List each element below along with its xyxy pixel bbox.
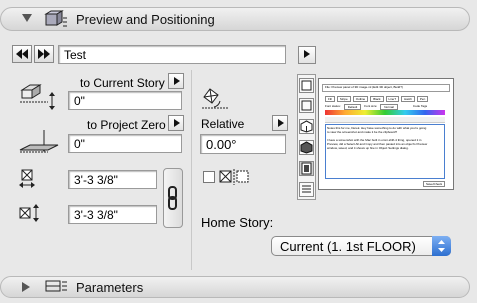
home-story-select[interactable]: Current (1. 1st FLOOR): [271, 236, 451, 256]
width-icon: [19, 169, 35, 188]
height-field[interactable]: 3'-3 3/8": [68, 205, 157, 224]
project-zero-offset-icon: [19, 130, 59, 153]
panel-title: Preview and Positioning: [76, 12, 215, 27]
expand-triangle-icon[interactable]: [22, 282, 30, 292]
rewind-icon: [16, 49, 28, 59]
relative-label: Relative: [201, 117, 245, 131]
parameters-title: Parameters: [76, 280, 144, 295]
preview-nav-button: Outline: [352, 96, 369, 102]
preview-panel-icon: [44, 10, 67, 27]
current-story-label: to Current Story: [80, 76, 165, 90]
outline-square-icon: [301, 100, 312, 111]
preview-nav-button: Black: [370, 96, 384, 102]
project-zero-label: to Project Zero: [87, 118, 166, 132]
preview-mode-image-button[interactable]: [299, 161, 314, 176]
preview-nav-row: Fill Stripe Outline Black LineT Hatch Pe…: [325, 96, 429, 102]
relative-menu-button[interactable]: [272, 115, 288, 131]
preview-nav-button: Fill: [325, 96, 335, 102]
preview-mode-3d-wire-button[interactable]: [299, 119, 314, 134]
preview-image: File: Preview panel of 3D image.ml (Edit…: [318, 78, 454, 190]
column-divider: [191, 70, 192, 270]
square-icon: [301, 80, 312, 91]
expand-arrow-button[interactable]: [298, 46, 316, 64]
select-arrows-icon: [432, 236, 451, 256]
current-story-field[interactable]: 0": [68, 91, 182, 110]
preview-toolbar-strip: [325, 117, 445, 123]
preview-submit-button: Save/Check: [423, 181, 446, 187]
rotation-angle-icon: [202, 88, 228, 109]
height-icon: [19, 204, 39, 222]
mirror-checkbox[interactable]: [203, 171, 215, 183]
preview-color-bar: [325, 110, 445, 115]
cube-shaded-icon: [300, 141, 313, 154]
preview-mode-2d-button[interactable]: [299, 78, 314, 93]
preview-positioning-header[interactable]: [0, 7, 470, 31]
preview-nav-button: LineT: [385, 96, 400, 102]
project-zero-field[interactable]: 0": [68, 134, 182, 153]
preview-nav-button: Hatch: [401, 96, 415, 102]
preview-mode-section-button[interactable]: [299, 98, 314, 113]
mirror-icon: [219, 169, 249, 185]
next-button[interactable]: [34, 45, 54, 63]
cube-wire-icon: [300, 120, 313, 133]
preview-body-line: window, saved, and it shows up fine in O…: [327, 146, 409, 150]
preview-text-area: Notes this for me, Derek. Hey have somet…: [325, 124, 445, 179]
project-zero-menu-button[interactable]: [168, 115, 184, 131]
angle-field[interactable]: 0.00°: [200, 134, 286, 154]
preview-heading: File: Preview panel of 3D image.ml (Edit…: [322, 84, 450, 92]
preview-nav-button: Pen: [416, 96, 429, 102]
fast-forward-icon: [38, 49, 50, 59]
current-story-menu-button[interactable]: [168, 73, 184, 89]
home-story-value: Current (1. 1st FLOOR): [280, 239, 416, 254]
home-story-label: Home Story:: [201, 215, 274, 230]
current-story-offset-icon: [20, 84, 55, 110]
preview-mode-3d-shaded-button[interactable]: [299, 140, 314, 155]
preview-mode-list-button[interactable]: [299, 182, 314, 197]
collapse-triangle-icon[interactable]: [22, 14, 32, 22]
film-icon: [301, 162, 312, 175]
preview-nav-button: Stripe: [336, 96, 351, 102]
previous-button[interactable]: [12, 45, 32, 63]
object-name-field[interactable]: Test: [58, 45, 286, 64]
list-icon: [302, 185, 311, 193]
parameters-icon: [45, 280, 67, 292]
proportion-lock-button[interactable]: [163, 168, 183, 228]
parameters-header[interactable]: [0, 276, 470, 298]
chain-link-icon: [168, 186, 177, 210]
width-field[interactable]: 3'-3 3/8": [68, 170, 157, 189]
